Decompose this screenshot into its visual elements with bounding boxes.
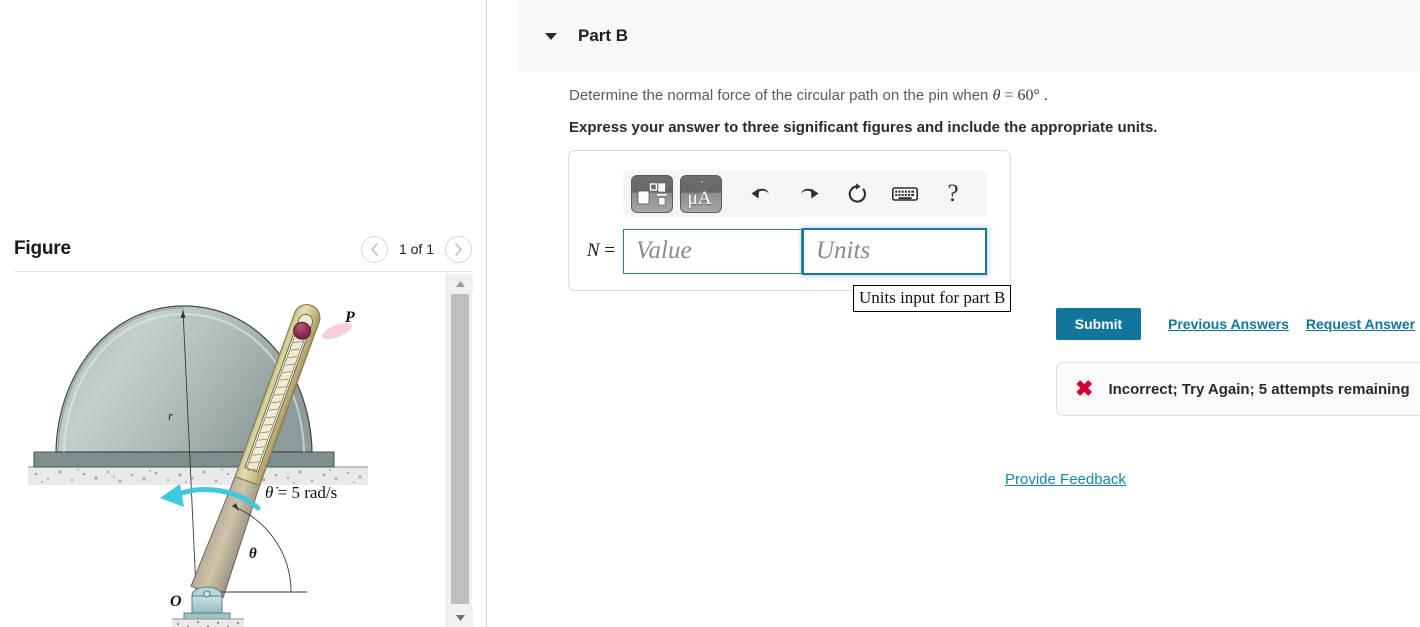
redo-arrow-icon[interactable] bbox=[792, 177, 826, 211]
triangle-down-icon bbox=[455, 614, 466, 622]
keyboard-icon[interactable] bbox=[888, 177, 922, 211]
answer-entry-box: μA˚ ? N = Value Units bbox=[568, 150, 1011, 291]
provide-feedback-link[interactable]: Provide Feedback bbox=[1005, 471, 1126, 488]
answer-instruction: Express your answer to three significant… bbox=[569, 119, 1158, 136]
micro-angstrom-units-icon[interactable]: μA˚ bbox=[680, 174, 722, 213]
value-input[interactable] bbox=[623, 228, 802, 274]
answer-input-row: N = bbox=[569, 227, 1012, 275]
part-b-header[interactable]: Part B bbox=[517, 0, 1420, 72]
question-prompt: Determine the normal force of the circul… bbox=[569, 84, 1369, 107]
variable-N: N bbox=[586, 240, 600, 261]
reset-circular-arrow-icon[interactable] bbox=[840, 177, 874, 211]
figure-divider bbox=[14, 271, 472, 272]
angular-velocity-label: θ̇ = 5 rad/s bbox=[265, 483, 337, 502]
figure-next-button[interactable] bbox=[445, 235, 472, 263]
units-input[interactable] bbox=[802, 227, 987, 275]
question-prompt-text: Determine the normal force of the circul… bbox=[569, 87, 993, 104]
pivot-label: O bbox=[170, 593, 182, 610]
chevron-left-icon bbox=[370, 242, 379, 256]
pivot-ground-hatching bbox=[172, 618, 244, 627]
units-glyph: μA˚ bbox=[687, 180, 712, 209]
question-mark-icon[interactable]: ? bbox=[936, 177, 970, 211]
collapse-toggle[interactable] bbox=[542, 32, 560, 41]
answer-variable-label: N = bbox=[569, 240, 623, 262]
content-panel: Part B Determine the normal force of the… bbox=[487, 0, 1420, 627]
triangle-down-icon bbox=[544, 32, 558, 41]
figure-pager: 1 of 1 bbox=[360, 235, 472, 263]
red-x-icon: ✖ bbox=[1075, 376, 1094, 401]
figure-scrollbar[interactable] bbox=[446, 274, 473, 627]
mechanism-diagram: r P θ̇ = 5 rad/s θ O bbox=[28, 304, 368, 627]
equals-sign: = bbox=[599, 240, 615, 261]
page-title: Figure bbox=[14, 238, 71, 259]
grading-status-text: Incorrect; Try Again; 5 attempts remaini… bbox=[1108, 380, 1410, 398]
figure-prev-button[interactable] bbox=[360, 235, 388, 263]
undo-arrow-icon[interactable] bbox=[744, 177, 778, 211]
part-title: Part B bbox=[578, 26, 629, 45]
page-root: Figure 1 of 1 r P θ̇ = 5 rad/s θ O Part … bbox=[0, 0, 1420, 627]
pin-label: P bbox=[344, 309, 355, 326]
grading-feedback-banner: ✖ Incorrect; Try Again; 5 attempts remai… bbox=[1056, 362, 1420, 416]
scroll-up-button[interactable] bbox=[447, 274, 473, 293]
units-input-tooltip: Units input for part B bbox=[853, 285, 1012, 312]
chevron-right-icon bbox=[454, 242, 463, 256]
figure-panel: Figure 1 of 1 r P θ̇ = 5 rad/s θ O bbox=[0, 0, 486, 627]
submit-button[interactable]: Submit bbox=[1056, 308, 1141, 340]
answer-actions: Submit Previous Answers Request Answer bbox=[1056, 308, 1415, 340]
previous-answers-link[interactable]: Previous Answers bbox=[1168, 316, 1289, 332]
triangle-up-icon bbox=[455, 280, 466, 288]
figure-header: Figure 1 of 1 bbox=[14, 231, 472, 267]
figure-viewport: r P θ̇ = 5 rad/s θ O bbox=[14, 274, 472, 627]
math-toolbar: μA˚ ? bbox=[623, 170, 987, 217]
scrollbar-thumb[interactable] bbox=[451, 294, 469, 604]
theta-label: θ bbox=[249, 546, 257, 562]
math-template-icon[interactable] bbox=[631, 174, 673, 213]
theta-value: = 60° . bbox=[1000, 87, 1048, 104]
request-answer-link[interactable]: Request Answer bbox=[1306, 316, 1415, 332]
scroll-down-button[interactable] bbox=[447, 608, 473, 627]
figure-pager-label: 1 of 1 bbox=[398, 241, 434, 257]
